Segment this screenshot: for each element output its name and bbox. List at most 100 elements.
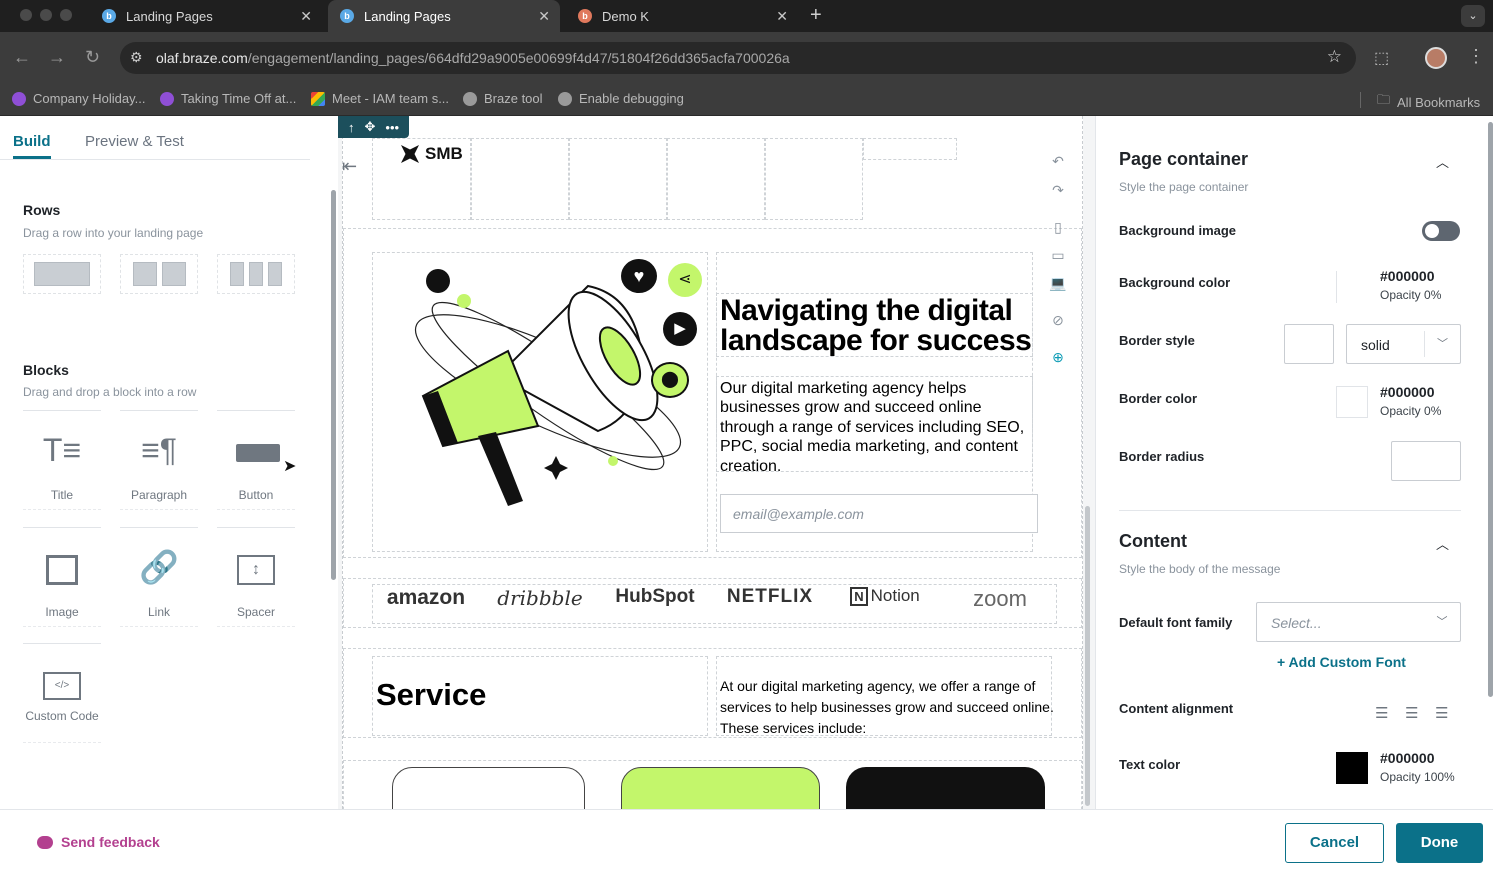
more-options-icon[interactable]: ••• [385, 120, 399, 135]
collapse-panel-icon[interactable]: ⇤ [342, 156, 357, 177]
move-up-icon[interactable]: ↑ [348, 120, 355, 135]
extensions-icon[interactable]: ⬚ [1374, 48, 1389, 68]
font-family-placeholder: Select... [1271, 615, 1322, 631]
align-right-icon[interactable]: ☰ [1435, 704, 1448, 722]
row-one-column[interactable] [23, 254, 101, 294]
border-radius-label: Border radius [1119, 449, 1205, 464]
header-column[interactable] [667, 138, 765, 220]
tab-search-chevron-icon[interactable]: ⌄ [1461, 5, 1485, 27]
back-icon[interactable]: ← [13, 47, 31, 68]
service-card-ppc[interactable] [621, 767, 820, 809]
address-bar[interactable]: ⚙ olaf.braze.com/engagement/landing_page… [120, 42, 1356, 74]
align-left-icon[interactable]: ☰ [1375, 704, 1388, 722]
border-radius-input[interactable] [1391, 441, 1461, 481]
close-tab-icon[interactable]: ✕ [538, 8, 550, 25]
border-width-input[interactable] [1284, 324, 1334, 364]
email-input[interactable]: email@example.com [720, 494, 1038, 533]
brand-zoom: zoom [973, 586, 1027, 611]
close-tab-icon[interactable]: ✕ [776, 8, 788, 25]
builder-scrollbar[interactable] [331, 190, 336, 580]
bookmark-braze-tool[interactable]: Braze tool [463, 91, 543, 106]
block-label: Button [238, 488, 274, 502]
window-close-dot[interactable] [20, 9, 32, 21]
service-card-seo[interactable] [392, 767, 585, 809]
bookmark-company-holiday[interactable]: Company Holiday... [12, 91, 145, 106]
browser-tab-demo-k[interactable]: b Demo K ✕ [566, 0, 798, 32]
browser-tab-landing-pages-2[interactable]: b Landing Pages ✕ [328, 0, 560, 32]
row-column-shape [132, 262, 157, 286]
background-color-swatch[interactable] [1336, 271, 1368, 303]
editor-footer: Send feedback Cancel Done [0, 809, 1493, 871]
redo-icon[interactable]: ↷ [1046, 182, 1070, 199]
bookmark-label: Taking Time Off at... [181, 91, 297, 106]
add-icon[interactable]: ⊕ [1046, 349, 1070, 366]
service-card-social[interactable] [846, 767, 1045, 809]
bookmark-time-off[interactable]: Taking Time Off at... [160, 91, 296, 106]
add-custom-font-link[interactable]: + Add Custom Font [1277, 654, 1406, 670]
profile-avatar[interactable] [1425, 47, 1447, 69]
header-column[interactable] [569, 138, 667, 220]
meet-icon [311, 91, 325, 106]
drag-move-icon[interactable]: ✥ [365, 119, 376, 135]
folder-icon: 🗀 [1377, 92, 1391, 107]
block-custom-code[interactable]: </> Custom Code [23, 643, 101, 743]
tab-title: Demo K [602, 8, 649, 24]
block-paragraph[interactable]: ≡¶ Paragraph [120, 410, 198, 510]
block-title[interactable]: T≡ Title [23, 410, 101, 510]
align-center-icon[interactable]: ☰ [1405, 704, 1418, 722]
window-minimize-dot[interactable] [40, 9, 52, 21]
new-tab-icon[interactable]: + [810, 4, 822, 27]
collapse-chevron-icon[interactable]: ︿ [1436, 152, 1449, 171]
row-two-columns[interactable] [120, 254, 198, 294]
block-image[interactable]: Image [23, 527, 101, 627]
canvas-scrollbar[interactable] [1085, 506, 1090, 806]
undo-icon[interactable]: ↶ [1046, 153, 1070, 170]
all-bookmarks[interactable]: 🗀 All Bookmarks [1377, 91, 1480, 113]
content-subtitle: Style the body of the message [1119, 562, 1281, 576]
smb-logo[interactable]: SMB [401, 144, 463, 164]
tablet-view-icon[interactable]: ▭ [1046, 247, 1070, 264]
bookmarks-divider [1360, 92, 1361, 108]
done-button[interactable]: Done [1396, 823, 1483, 863]
hide-icon[interactable]: ⊘ [1046, 312, 1070, 329]
tab-build[interactable]: Build [13, 133, 51, 150]
browser-tab-landing-pages-1[interactable]: b Landing Pages ✕ [90, 0, 322, 32]
header-column[interactable] [863, 138, 957, 160]
text-color-swatch[interactable] [1336, 752, 1368, 784]
border-color-swatch[interactable] [1336, 386, 1368, 418]
bookmark-meet[interactable]: Meet - IAM team s... [311, 91, 449, 106]
mobile-view-icon[interactable]: ▯ [1046, 219, 1070, 236]
font-family-select[interactable]: Select... ﹀ [1256, 602, 1461, 642]
heart-icon: ♥ [621, 259, 657, 293]
tab-preview-test[interactable]: Preview & Test [85, 133, 184, 150]
settings-panel: Page container ︿ Style the page containe… [1095, 116, 1493, 809]
editor-canvas: ↑ ✥ ••• ⇤ SMB ♥ ⋖ ▶ ⬤ Navigating the dig… [338, 116, 1095, 809]
hero-title[interactable]: Navigating the digital landscape for suc… [720, 296, 1050, 356]
hero-body[interactable]: Our digital marketing agency helps busin… [720, 379, 1035, 476]
background-image-toggle[interactable] [1422, 221, 1460, 241]
header-column[interactable] [471, 138, 569, 220]
chat-bubble-icon [37, 835, 53, 849]
settings-scrollbar[interactable] [1488, 122, 1493, 697]
send-feedback-link[interactable]: Send feedback [37, 834, 160, 850]
block-link[interactable]: 🔗 Link [120, 527, 198, 627]
bookmark-star-icon[interactable]: ☆ [1327, 47, 1342, 67]
bookmark-label: Meet - IAM team s... [332, 91, 450, 106]
window-zoom-dot[interactable] [60, 9, 72, 21]
service-body[interactable]: At our digital marketing agency, we offe… [720, 676, 1060, 739]
service-title[interactable]: Service [376, 677, 486, 713]
desktop-view-icon[interactable]: 💻 [1046, 275, 1070, 292]
browser-menu-icon[interactable]: ⋮ [1467, 46, 1485, 67]
site-info-icon[interactable]: ⚙ [130, 49, 143, 66]
row-three-columns[interactable] [217, 254, 295, 294]
close-tab-icon[interactable]: ✕ [300, 8, 312, 25]
reload-icon[interactable]: ↻ [85, 47, 100, 68]
spacer-icon-frame: ↕ [237, 554, 275, 585]
block-spacer[interactable]: ↕ Spacer [217, 527, 295, 627]
border-style-select[interactable]: solid ﹀ [1346, 324, 1461, 364]
header-column[interactable] [765, 138, 863, 220]
cancel-button[interactable]: Cancel [1285, 823, 1384, 863]
bookmark-enable-debugging[interactable]: Enable debugging [558, 91, 684, 106]
forward-icon[interactable]: → [48, 47, 66, 68]
collapse-chevron-icon[interactable]: ︿ [1436, 534, 1449, 553]
